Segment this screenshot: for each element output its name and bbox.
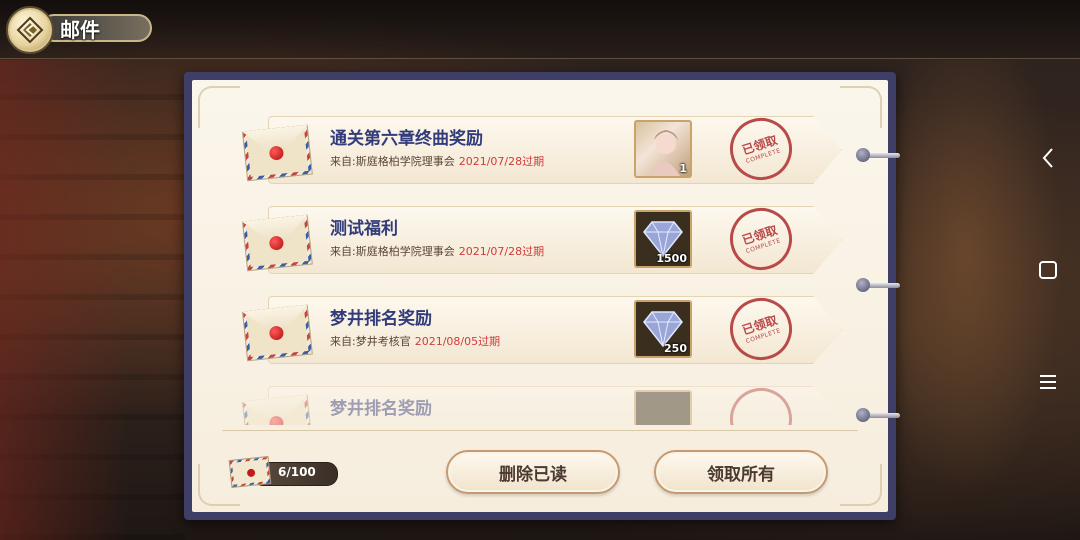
system-menu-icon[interactable]	[1034, 368, 1062, 396]
divider	[222, 430, 858, 431]
reward-quantity: 250	[664, 342, 687, 355]
mail-panel-inner: 通关第六章终曲奖励 来自:斯庭格柏学院理事会 2021/07/28过期 1 已领取…	[192, 80, 888, 512]
mail-count-text: 6/100	[278, 465, 316, 479]
mail-sender: 来自:斯庭格柏学院理事会 2021/07/28过期	[330, 155, 545, 168]
envelope-icon	[236, 108, 317, 189]
mail-panel: 通关第六章终曲奖励 来自:斯庭格柏学院理事会 2021/07/28过期 1 已领取…	[184, 72, 900, 520]
binder-ring	[856, 408, 900, 422]
mail-title: 测试福利	[330, 219, 398, 239]
mail-count: 6/100	[228, 455, 340, 489]
delete-read-button[interactable]: 删除已读	[446, 450, 620, 494]
corner-ornament	[840, 464, 882, 506]
reward-diamond-icon[interactable]	[634, 390, 692, 425]
mail-expire-date: 2021/07/28过期	[458, 245, 545, 258]
mail-item[interactable]: 梦井排名奖励 来自:梦井考核官 2021/08/05过期 250 已领取 COMPL…	[240, 289, 842, 369]
envelope-icon	[236, 198, 317, 279]
mail-expire-date: 2021/07/28过期	[458, 155, 545, 168]
binder-ring	[856, 278, 900, 292]
background-left-decor	[0, 60, 185, 540]
mail-title: 梦井排名奖励	[330, 309, 432, 329]
mail-sender: 来自:斯庭格柏学院理事会 2021/07/28过期	[330, 245, 545, 258]
mail-list[interactable]: 通关第六章终曲奖励 来自:斯庭格柏学院理事会 2021/07/28过期 1 已领取…	[192, 80, 888, 425]
mail-title: 梦井排名奖励	[330, 399, 432, 419]
system-home-icon[interactable]	[1034, 256, 1062, 284]
reward-diamond-icon[interactable]: 1500	[634, 210, 692, 268]
title-plate: 邮件	[40, 14, 152, 42]
reward-diamond-icon[interactable]: 250	[634, 300, 692, 358]
reward-quantity: 1500	[656, 252, 687, 265]
reward-quantity: 1	[679, 162, 687, 175]
mail-title: 通关第六章终曲奖励	[330, 129, 483, 149]
binder-ring	[856, 148, 900, 162]
system-back-icon[interactable]	[1034, 144, 1062, 172]
claim-all-label: 领取所有	[707, 464, 775, 485]
envelope-icon	[236, 288, 317, 369]
mail-expire-date: 2021/08/05过期	[414, 335, 501, 348]
delete-read-label: 删除已读	[499, 464, 567, 485]
reward-card-icon[interactable]: 1	[634, 120, 692, 178]
mail-item[interactable]: 梦井排名奖励	[240, 379, 842, 425]
mail-count-envelope-icon	[228, 455, 272, 489]
back-button[interactable]	[6, 6, 54, 54]
mail-sender: 来自:梦井考核官 2021/08/05过期	[330, 335, 501, 348]
mail-item[interactable]: 测试福利 来自:斯庭格柏学院理事会 2021/07/28过期 1500 已领取 CO…	[240, 199, 842, 279]
top-bar: 邮件	[0, 0, 1080, 59]
background-right-decor	[890, 60, 1080, 540]
mail-item[interactable]: 通关第六章终曲奖励 来自:斯庭格柏学院理事会 2021/07/28过期 1 已领取…	[240, 109, 842, 189]
page-title: 邮件	[60, 17, 100, 42]
envelope-icon	[236, 378, 317, 425]
claim-all-button[interactable]: 领取所有	[654, 450, 828, 494]
diamond-back-icon	[16, 16, 44, 44]
